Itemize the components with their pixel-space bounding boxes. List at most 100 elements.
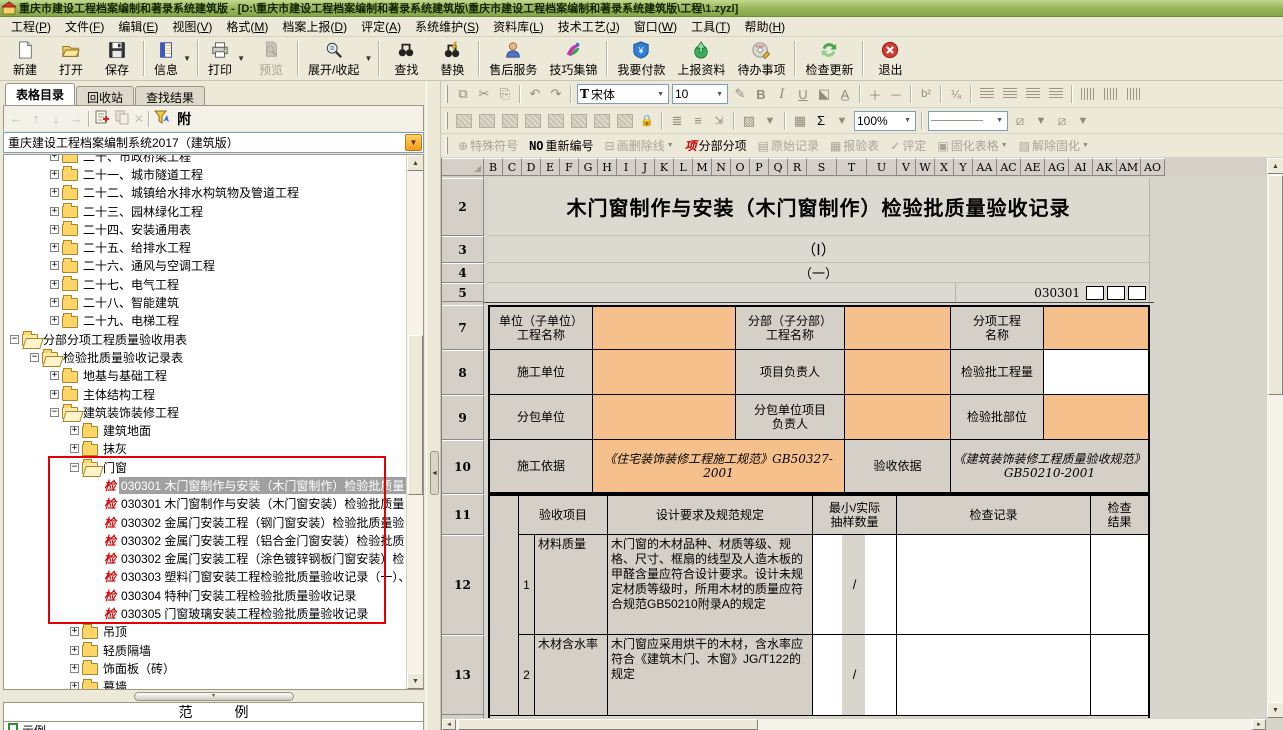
tree-item-9[interactable]: +二十九、电梯工程 (4, 312, 406, 330)
scroll-thumb[interactable] (408, 335, 423, 495)
expand-icon[interactable]: + (70, 682, 79, 689)
column-header-B[interactable]: B (484, 158, 503, 176)
column-header-C[interactable]: C (503, 158, 522, 176)
tree-item-28[interactable]: +饰面板（砖） (4, 659, 406, 677)
column-header-V[interactable]: V (897, 158, 916, 176)
expand-icon[interactable]: + (50, 243, 59, 252)
column-header-E[interactable]: E (541, 158, 560, 176)
cut-icon[interactable]: ✂ (475, 85, 493, 103)
tree-item-12[interactable]: +地基与基础工程 (4, 367, 406, 385)
diagonal-border2-icon[interactable]: ⧄ (1053, 112, 1071, 130)
tree-item-5[interactable]: +二十五、给排水工程 (4, 238, 406, 256)
column-header-L[interactable]: L (674, 158, 693, 176)
header-sample-quantity[interactable]: 最小/实际 抽样数量 (813, 496, 897, 535)
vertical-text-center-icon[interactable] (1104, 88, 1118, 100)
copy-icon[interactable]: ⧉ (454, 85, 472, 103)
toolbar-open-folder-button[interactable]: 打开 (48, 38, 94, 79)
column-header-Q[interactable]: Q (769, 158, 788, 176)
menu-item-10[interactable]: 窗口(W) (627, 16, 684, 37)
column-header-K[interactable]: K (655, 158, 674, 176)
sum-dropdown-icon[interactable]: ▼ (833, 112, 851, 130)
column-header-U[interactable]: U (867, 158, 897, 176)
tree-item-6[interactable]: +二十六、通风与空调工程 (4, 257, 406, 275)
row-header-7[interactable]: 7 (442, 305, 484, 350)
cell-subcontractor-label[interactable]: 分包单位 (490, 395, 593, 440)
filter-icon[interactable] (154, 109, 170, 128)
column-header-AA[interactable]: AA (973, 158, 997, 176)
row-header-2[interactable]: 2 (442, 178, 484, 236)
cell-project-manager-label[interactable]: 项目负责人 (736, 350, 845, 395)
cell-acceptance-basis-label[interactable]: 验收依据 (845, 440, 951, 492)
cell-category-band[interactable] (490, 496, 519, 716)
diagonal-border-icon[interactable]: ⧄ (1011, 112, 1029, 130)
expand-icon[interactable]: + (70, 664, 79, 673)
menu-item-5[interactable]: 档案上报(D) (275, 16, 354, 37)
row-header-13[interactable]: 13 (442, 635, 484, 715)
cell-sample-value[interactable]: / (813, 635, 897, 716)
tree-item-24[interactable]: 检030304 特种门安装工程检验批质量验收记录 (4, 586, 406, 604)
cell-subdivision-label[interactable]: 分部（子分部） 工程名称 (736, 307, 845, 350)
menu-item-4[interactable]: 格式(M) (219, 16, 275, 37)
sheet-corner-cell[interactable]: ◢ (442, 158, 484, 176)
increase-size-icon[interactable]: ＋ (866, 85, 884, 103)
align-justify-icon[interactable] (980, 88, 994, 100)
tab-1[interactable]: 回收站 (76, 86, 134, 105)
catalog-combo[interactable]: 重庆建设工程档案编制系统2017（建筑版） ▼ (3, 132, 424, 153)
cell-item-name-value[interactable] (1044, 307, 1148, 350)
toolbar-upload-button[interactable]: 上报资料 (671, 38, 731, 79)
header-inspection-item[interactable]: 验收项目 (519, 496, 608, 535)
cell-subdivision-value[interactable] (845, 307, 951, 350)
cell-subcontractor-value[interactable] (593, 395, 736, 440)
row-header-4[interactable]: 4 (442, 263, 484, 283)
cell-spec-text[interactable]: 木门窗应采用烘干的木材，含水率应符合《建筑木门、木窗》JG/T122的规定 (608, 635, 813, 716)
header-check-result[interactable]: 检查 结果 (1091, 496, 1148, 535)
expand-icon[interactable]: + (50, 280, 59, 289)
expand-icon[interactable]: + (50, 155, 59, 161)
italic-icon[interactable]: I (773, 85, 791, 103)
sheet-vscrollbar[interactable]: ▲ ▼ (1266, 158, 1283, 718)
row-header-5[interactable]: 5 (442, 283, 484, 302)
underline-icon[interactable]: U (794, 85, 812, 103)
delete-row-icon[interactable] (548, 114, 564, 128)
toolbar-tips-button[interactable]: 技巧集锦 (543, 38, 603, 79)
nav-forward-icon[interactable]: → (68, 111, 84, 126)
toolbar-update-button[interactable]: 检查更新 (799, 38, 859, 79)
cell-item-name[interactable]: 木材含水率 (535, 635, 608, 716)
tree-item-7[interactable]: +二十七、电气工程 (4, 275, 406, 293)
cell-record-value[interactable] (897, 535, 1091, 635)
tree-item-11[interactable]: −检验批质量验收记录表 (4, 348, 406, 366)
distribute-rows-icon[interactable] (571, 114, 587, 128)
column-header-W[interactable]: W (916, 158, 935, 176)
scroll-thumb[interactable] (458, 719, 758, 730)
column-header-M[interactable]: M (693, 158, 712, 176)
cell-batch-location-label[interactable]: 检验批部位 (951, 395, 1044, 440)
image-anchor-icon[interactable]: ▨ (740, 112, 758, 130)
col-spacing-icon[interactable]: ≡ (689, 112, 707, 130)
menu-item-12[interactable]: 帮助(H) (737, 16, 792, 37)
menu-item-0[interactable]: 工程(P) (4, 16, 58, 37)
tree-scrollbar[interactable]: ▲ ▼ (406, 155, 423, 689)
cell-item-name-label[interactable]: 分项工程 名称 (951, 307, 1044, 350)
cell-item-name[interactable]: 材料质量 (535, 535, 608, 635)
cell-row-number[interactable]: 2 (519, 635, 535, 716)
tree-item-19[interactable]: 检030301 木门窗制作与安装（木门窗安装）检验批质量 (4, 495, 406, 513)
cell-batch-quantity-value[interactable] (1044, 350, 1148, 395)
sheet-hscrollbar[interactable]: ◄ ► (442, 718, 1266, 730)
tree-item-17[interactable]: −门窗 (4, 458, 406, 476)
toolbar-service-button[interactable]: 售后服务 (483, 38, 543, 79)
column-header-S[interactable]: S (807, 158, 837, 176)
insert-row-icon[interactable] (456, 114, 472, 128)
dropdown-arrow-icon[interactable]: ▼ (994, 117, 1005, 124)
nav-back-icon[interactable]: ← (8, 111, 24, 126)
toolbar-pay-button[interactable]: ¥我要付款 (611, 38, 671, 79)
menu-item-1[interactable]: 文件(F) (58, 16, 111, 37)
vertical-text-right-icon[interactable] (1127, 88, 1141, 100)
formbar-button-3[interactable]: 项分部分项 (681, 136, 751, 155)
expand-icon[interactable]: + (70, 627, 79, 636)
cell-sample-value[interactable]: / (813, 535, 897, 635)
column-header-Y[interactable]: Y (954, 158, 973, 176)
tree-item-1[interactable]: +二十一、城市隧道工程 (4, 165, 406, 183)
expand-icon[interactable]: + (50, 390, 59, 399)
collapse-icon[interactable]: − (10, 335, 19, 344)
column-header-N[interactable]: N (712, 158, 731, 176)
